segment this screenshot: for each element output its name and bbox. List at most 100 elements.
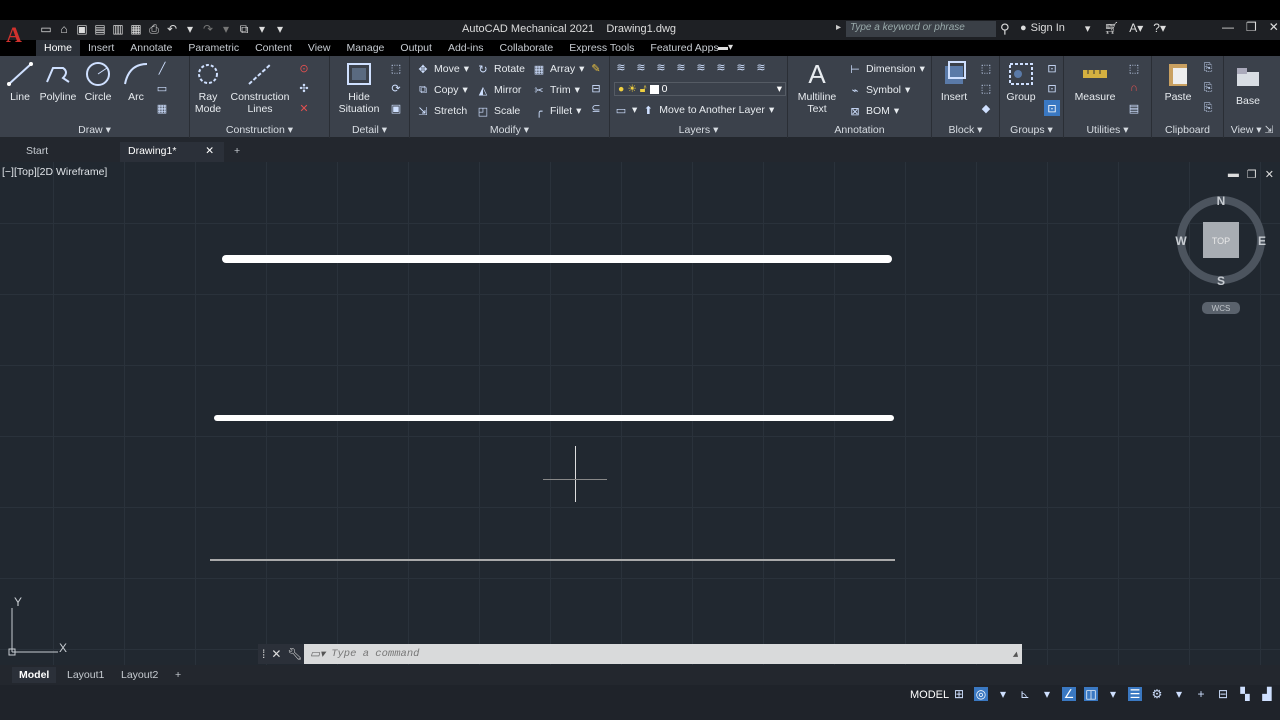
open-from-web-icon[interactable]: ▥ [110,21,126,37]
tab-annotate[interactable]: Annotate [122,40,180,56]
edit-block-icon[interactable]: ⬚ [978,80,994,96]
save-as-icon[interactable]: ▤ [92,21,108,37]
panel-groups-title[interactable]: Groups ▾ [1000,124,1063,136]
units-icon[interactable]: ⊟ [1216,687,1230,701]
minimize-icon[interactable]: — [1222,20,1234,34]
compass-east[interactable]: E [1258,234,1266,248]
workspace-icon[interactable]: ⧉ [236,21,252,37]
multiline-text-button[interactable]: A Multiline Text [794,60,840,115]
layer-match-icon[interactable]: ≋ [734,60,748,74]
arc-button[interactable]: Arc [120,60,152,103]
erase-icon[interactable]: ✎ [588,60,604,76]
tab-insert[interactable]: Insert [80,40,122,56]
tab-view[interactable]: View [300,40,339,56]
compass-north[interactable]: N [1217,194,1226,208]
match-properties-icon[interactable]: ⎘ [1200,100,1216,116]
tab-add-ins[interactable]: Add-ins [440,40,492,56]
panel-draw-title[interactable]: Draw ▾ [0,124,189,136]
compass-south[interactable]: S [1217,274,1225,288]
snap-dropdown-icon[interactable]: ▾ [996,687,1010,701]
drawn-line-thin-bottom[interactable] [210,559,895,561]
workspace-switch-icon[interactable]: ⚙ [1150,687,1164,701]
calculator-icon[interactable]: ▤ [1126,100,1142,116]
stretch-button[interactable]: ⇲ Stretch [416,104,467,118]
rotate-button[interactable]: ↻ Rotate [476,62,525,76]
lineweight-icon[interactable]: ☰ [1128,687,1142,701]
panel-modify-title[interactable]: Modify ▾ [410,124,609,136]
viewcube[interactable]: TOP N S E W WCS [1172,190,1272,320]
tab-collaborate[interactable]: Collaborate [492,40,562,56]
tab-start[interactable]: Start [18,142,114,162]
layer-state-icon[interactable]: ≋ [634,60,648,74]
create-block-icon[interactable]: ⬚ [978,60,994,76]
layer-off-icon[interactable]: ≋ [694,60,708,74]
redo-icon[interactable]: ↷ [200,21,216,37]
insert-block-button[interactable]: Insert [938,60,970,103]
layer-isolate-icon[interactable]: ≋ [654,60,668,74]
command-history-icon[interactable]: ▭▾ [310,648,325,661]
plot-icon[interactable]: ⎙ [146,21,162,37]
panel-layers-title[interactable]: Layers ▾ [610,124,787,136]
symbol-button[interactable]: ⌁ Symbol ▾ [848,83,911,97]
group-button[interactable]: Group [1004,60,1038,103]
copy-clip-icon[interactable]: ⎘ [1200,80,1216,96]
layer-unisolate-icon[interactable]: ≋ [674,60,688,74]
customize-qat-icon[interactable]: ▾ [272,21,288,37]
measure-button[interactable]: Measure [1072,60,1118,103]
tab-content[interactable]: Content [247,40,300,56]
annotation-monitor-icon[interactable]: + [1194,687,1208,701]
construction-circle-icon[interactable]: ✣ [296,80,312,96]
workspace-switch-dropdown-icon[interactable]: ▾ [1172,687,1186,701]
block-attribute-icon[interactable]: ◆ [978,100,994,116]
construction-delete-icon[interactable]: ✕ [296,100,312,116]
undo-dropdown-icon[interactable]: ▾ [182,21,198,37]
ribbon-minimize-icon[interactable]: ▬▾ [718,42,733,53]
undo-icon[interactable]: ↶ [164,21,180,37]
polyline-button[interactable]: Polyline [38,60,78,103]
ungroup-icon[interactable]: ⊡ [1044,60,1060,76]
detail-section-icon[interactable]: ▣ [388,100,404,116]
line-small-icon[interactable]: ╱ [154,60,170,76]
tab-model[interactable]: Model [12,667,57,683]
bom-button[interactable]: ⊠ BOM ▾ [848,104,899,118]
hardware-acceleration-icon[interactable]: ▟ [1260,687,1274,701]
model-space-button[interactable]: MODEL [910,689,949,701]
copy-button[interactable]: ⧉ Copy ▾ [416,83,468,97]
compass-west[interactable]: W [1175,234,1187,248]
tab-layout1[interactable]: Layout1 [60,667,111,683]
close-icon[interactable]: ✕ [1269,20,1279,34]
isodraft-icon[interactable]: ◫ [1084,687,1098,701]
ortho-dropdown-icon[interactable]: ▾ [1040,687,1054,701]
base-view-button[interactable]: Base [1230,64,1266,107]
circle-button[interactable]: Circle [80,60,116,103]
grid-icon[interactable]: ⊞ [952,687,966,701]
fillet-button[interactable]: ╭ Fillet ▾ [532,104,582,118]
array-button[interactable]: ▦ Array ▾ [532,62,585,76]
search-icon[interactable]: ⚲ [1000,21,1010,37]
search-expand-icon[interactable]: ▸ [836,22,841,33]
cut-icon[interactable]: ⎘ [1200,60,1216,76]
tab-layout2[interactable]: Layout2 [114,667,165,683]
drawing-canvas[interactable]: [−][Top][2D Wireframe] ▬ ❐ ✕ TOP N S E W… [0,162,1280,685]
layer-dropdown[interactable]: ● ☀ 🔓︎ 0 ▾ [614,82,786,96]
redo-dropdown-icon[interactable]: ▾ [218,21,234,37]
tab-manage[interactable]: Manage [338,40,392,56]
hide-situation-button[interactable]: Hide Situation [336,60,382,115]
explode-icon[interactable]: ⊆ [588,100,604,116]
open-file-icon[interactable]: ⌂ [56,21,72,37]
tab-featured-apps[interactable]: Featured Apps [642,40,726,56]
panel-view-title[interactable]: View ▾ ⇲ [1224,124,1280,136]
tab-home[interactable]: Home [36,40,81,56]
construction-lines-button[interactable]: Construction Lines [230,60,290,115]
panel-block-title[interactable]: Block ▾ [932,124,999,136]
offset-icon[interactable]: ⊟ [588,80,604,96]
paste-button[interactable]: Paste [1160,60,1196,103]
tab-drawing1[interactable]: Drawing1* ✕ [120,142,224,162]
mirror-button[interactable]: ◭ Mirror [476,83,522,97]
snap-mode-icon[interactable]: ◎ [974,687,988,701]
panel-utilities-title[interactable]: Utilities ▾ [1064,124,1151,136]
close-tab-icon[interactable]: ✕ [205,142,214,160]
viewport-close-icon[interactable]: ✕ [1265,168,1274,181]
detail-view-icon[interactable]: ⬚ [388,60,404,76]
add-layout-icon[interactable]: + [168,667,188,683]
